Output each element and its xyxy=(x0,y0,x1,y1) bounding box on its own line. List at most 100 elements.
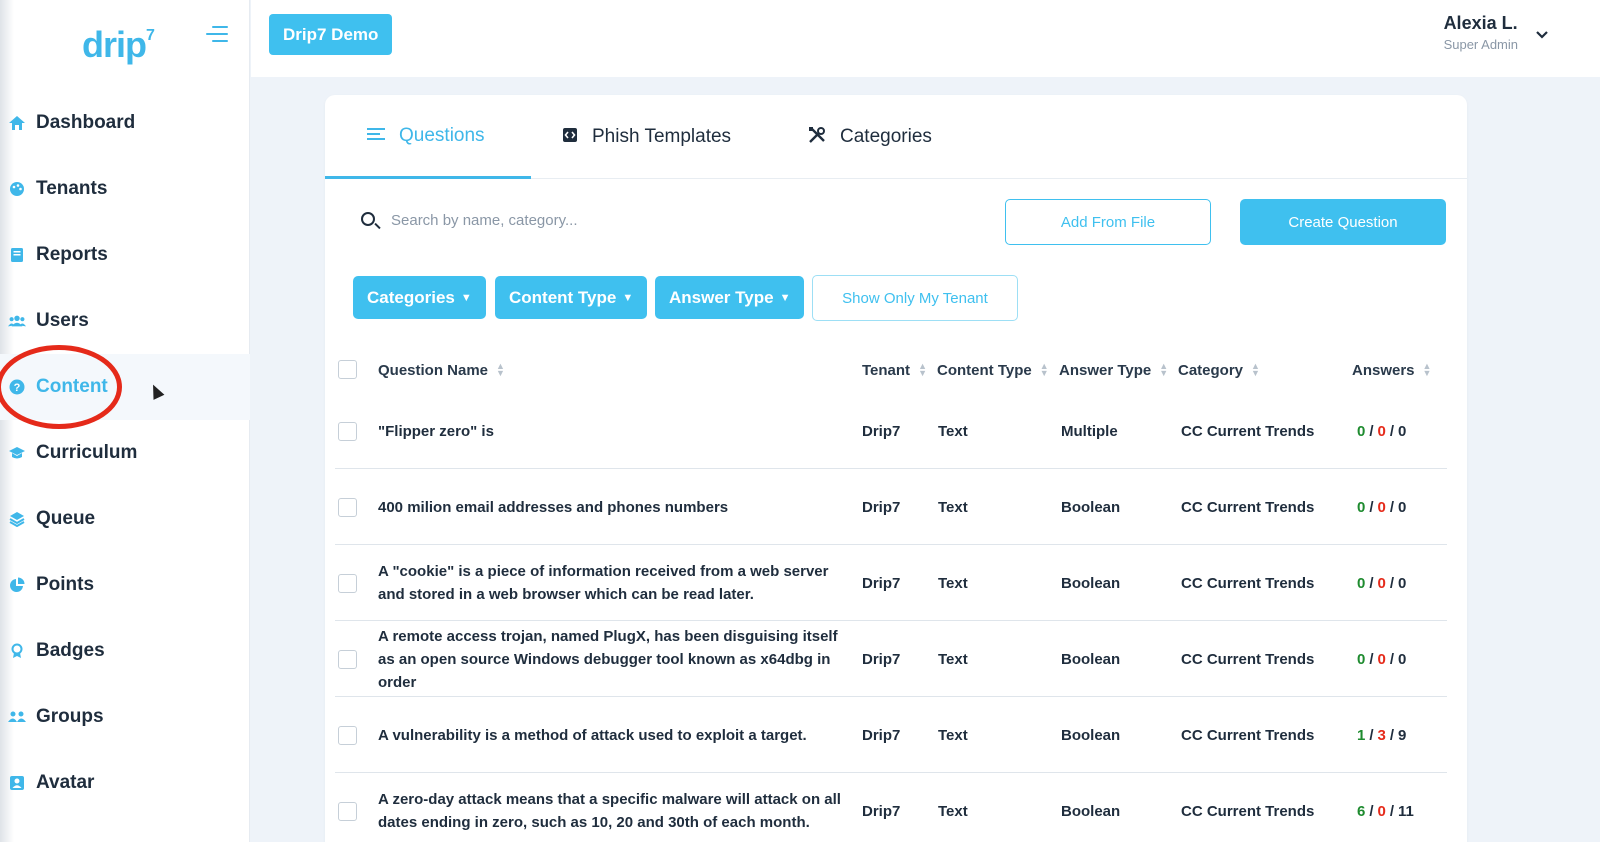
sidebar-item-label: Queue xyxy=(36,508,96,529)
sidebar-item-groups[interactable]: Groups xyxy=(0,684,250,750)
table-row[interactable]: 400 milion email addresses and phones nu… xyxy=(335,469,1447,545)
caret-down-icon: ▼ xyxy=(460,291,472,304)
table-row[interactable]: A vulnerability is a method of attack us… xyxy=(335,697,1447,773)
users-group-icon xyxy=(8,708,26,726)
sort-icon: ▲ ▼ xyxy=(1159,361,1169,378)
search-icon xyxy=(361,212,375,226)
sidebar-item-points[interactable]: Points xyxy=(0,552,250,618)
content-type-cell: Text xyxy=(938,802,968,820)
tenant-cell: Drip7 xyxy=(862,574,901,592)
sidebar-item-label: Users xyxy=(36,310,89,331)
sidebar-item-tenants[interactable]: Tenants xyxy=(0,156,250,222)
sort-icon: ▲ ▼ xyxy=(496,361,505,378)
question-circle-icon: ? xyxy=(8,378,26,396)
question-table-body: "Flipper zero" is Drip7 Text Multiple CC… xyxy=(335,393,1447,842)
filter-label: Answer Type xyxy=(669,287,774,307)
tenant-cell: Drip7 xyxy=(862,650,901,668)
menu-toggle-icon[interactable] xyxy=(206,26,228,44)
tab-questions[interactable]: Questions xyxy=(325,95,531,179)
tools-icon xyxy=(808,126,826,149)
row-checkbox[interactable] xyxy=(338,650,357,669)
sort-icon: ▲ ▼ xyxy=(1039,361,1049,378)
sidebar-item-reports[interactable]: Reports xyxy=(0,222,250,288)
tenant-selector-button[interactable]: Drip7 Demo xyxy=(269,14,393,55)
table-row[interactable]: "Flipper zero" is Drip7 Text Multiple CC… xyxy=(335,393,1447,469)
content-card: Questions Phish Templates Categories Add… xyxy=(325,95,1467,842)
question-name[interactable]: A "cookie" is a piece of information rec… xyxy=(378,545,848,621)
table-row[interactable]: A "cookie" is a piece of information rec… xyxy=(335,545,1447,621)
tenant-cell: Drip7 xyxy=(862,802,901,820)
tab-categories[interactable]: Categories xyxy=(808,95,932,179)
chevron-down-icon[interactable] xyxy=(1536,26,1548,42)
svg-text:?: ? xyxy=(14,382,21,394)
portrait-icon xyxy=(8,774,26,792)
column-header-answer-type[interactable]: Answer Type ▲ ▼ xyxy=(1059,347,1168,393)
category-cell: CC Current Trends xyxy=(1181,650,1315,668)
row-checkbox[interactable] xyxy=(338,802,357,821)
search-input[interactable] xyxy=(391,205,951,235)
sidebar-item-content[interactable]: ? Content xyxy=(0,354,250,420)
content-type-cell: Text xyxy=(938,422,968,440)
add-from-file-button[interactable]: Add From File xyxy=(1005,199,1211,245)
sidebar-item-badges[interactable]: Badges xyxy=(0,618,250,684)
question-name[interactable]: 400 milion email addresses and phones nu… xyxy=(378,469,848,545)
content-type-filter-dropdown[interactable]: Content Type ▼ xyxy=(495,276,648,319)
categories-filter-dropdown[interactable]: Categories ▼ xyxy=(353,276,486,319)
select-all-checkbox[interactable] xyxy=(338,360,357,379)
column-header-content-type[interactable]: Content Type ▲ ▼ xyxy=(937,347,1049,393)
sidebar-item-label: Dashboard xyxy=(36,112,136,133)
sidebar-item-label: Groups xyxy=(36,706,104,727)
table-row[interactable]: A remote access trojan, named PlugX, has… xyxy=(335,621,1447,697)
list-icon xyxy=(367,126,385,146)
answer-type-filter-dropdown[interactable]: Answer Type ▼ xyxy=(655,276,805,319)
tenant-cell: Drip7 xyxy=(862,498,901,516)
home-icon xyxy=(8,114,26,132)
content-type-cell: Text xyxy=(938,498,968,516)
tab-phish-templates[interactable]: Phish Templates xyxy=(562,95,731,179)
question-name[interactable]: "Flipper zero" is xyxy=(378,393,848,469)
sidebar-item-label: Tenants xyxy=(36,178,108,199)
caret-down-icon: ▼ xyxy=(622,291,634,304)
sidebar-item-curriculum[interactable]: Curriculum xyxy=(0,420,250,486)
row-checkbox[interactable] xyxy=(338,498,357,517)
answer-type-cell: Boolean xyxy=(1061,574,1121,592)
sidebar-item-queue[interactable]: Queue xyxy=(0,486,250,552)
answers-cell: 1/3/9 xyxy=(1357,726,1407,744)
graduation-cap-icon xyxy=(8,444,26,462)
create-question-button[interactable]: Create Question xyxy=(1240,199,1446,245)
code-file-icon xyxy=(562,127,578,148)
show-only-my-tenant-button[interactable]: Show Only My Tenant xyxy=(812,275,1018,321)
sort-icon: ▲ ▼ xyxy=(918,361,927,378)
sidebar: drip7 Dashboard Tenants Reports Users ? … xyxy=(0,0,250,842)
sidebar-item-avatar[interactable]: Avatar xyxy=(0,750,250,816)
content-type-cell: Text xyxy=(938,574,968,592)
sort-icon: ▲ ▼ xyxy=(1422,361,1432,378)
tenant-cell: Drip7 xyxy=(862,422,901,440)
sidebar-item-dashboard[interactable]: Dashboard xyxy=(0,90,250,156)
user-menu[interactable]: Alexia L. Super Admin xyxy=(1444,13,1518,52)
sidebar-item-label: Content xyxy=(36,376,108,397)
sidebar-item-users[interactable]: Users xyxy=(0,288,250,354)
row-checkbox[interactable] xyxy=(338,422,357,441)
tab-label: Phish Templates xyxy=(592,126,732,147)
question-name[interactable]: A vulnerability is a method of attack us… xyxy=(378,697,848,773)
answers-cell: 0/0/0 xyxy=(1357,498,1407,516)
row-checkbox[interactable] xyxy=(338,726,357,745)
table-row[interactable]: A zero-day attack means that a specific … xyxy=(335,773,1447,842)
tenant-cell: Drip7 xyxy=(862,726,901,744)
answer-type-cell: Multiple xyxy=(1061,422,1118,440)
row-checkbox[interactable] xyxy=(338,574,357,593)
answer-type-cell: Boolean xyxy=(1061,726,1121,744)
column-header-category[interactable]: Category ▲ ▼ xyxy=(1178,347,1260,393)
answer-type-cell: Boolean xyxy=(1061,650,1121,668)
question-name[interactable]: A zero-day attack means that a specific … xyxy=(378,773,848,842)
column-header-answers[interactable]: Answers ▲ ▼ xyxy=(1352,347,1431,393)
sidebar-item-label: Avatar xyxy=(36,772,95,793)
category-cell: CC Current Trends xyxy=(1181,422,1315,440)
question-name[interactable]: A remote access trojan, named PlugX, has… xyxy=(378,621,848,697)
column-header-question-name[interactable]: Question Name ▲ ▼ xyxy=(378,347,505,393)
logo[interactable]: drip7 xyxy=(82,24,155,66)
tab-label: Questions xyxy=(399,124,485,146)
column-header-tenant[interactable]: Tenant ▲ ▼ xyxy=(862,347,927,393)
answers-cell: 0/0/0 xyxy=(1357,650,1407,668)
